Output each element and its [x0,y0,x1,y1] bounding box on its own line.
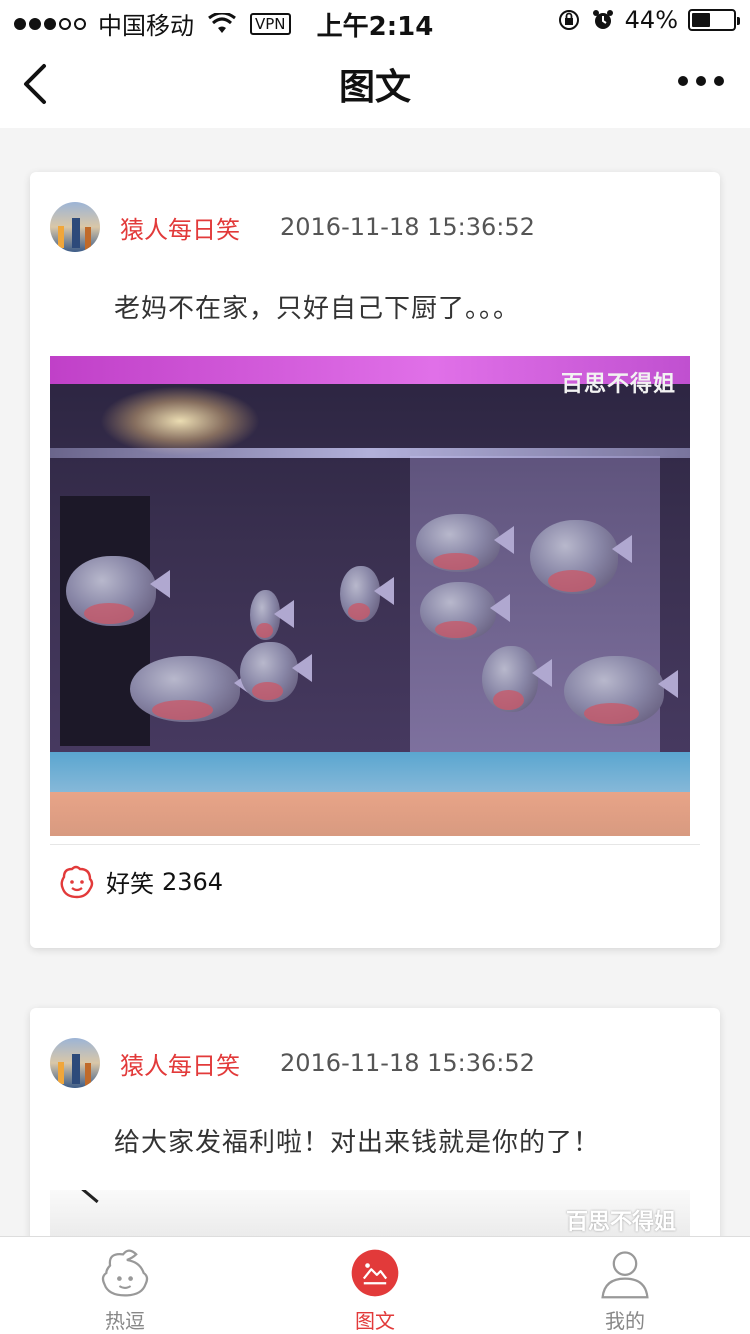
alarm-icon [592,10,613,29]
tab-label: 图文 [355,1309,395,1333]
post-header: 猿人每日笑 2016-11-18 15:36:52 [50,202,535,252]
tab-label: 热逗 [105,1309,145,1333]
person-icon [601,1251,649,1299]
like-count: 2364 [162,867,224,896]
post-image[interactable]: 百思不得姐 [50,356,690,836]
divider [50,844,700,845]
more-dot-icon [714,76,724,86]
image-watermark: 百思不得姐 [565,1210,676,1235]
tab-mine[interactable]: 我的 [500,1237,750,1334]
post-text: 老妈不在家，只好自己下厨了。。。 [114,294,521,324]
fish [564,656,678,726]
back-arrow-icon[interactable] [18,62,54,106]
picture-icon [351,1249,399,1297]
app-screen: 中国移动 VPN 上午2:14 44% 图文 猿人每日笑 2016-11-18 … [0,0,750,1334]
image-floor [50,792,690,836]
post-card[interactable]: 猿人每日笑 2016-11-18 15:36:52 老妈不在家，只好自己下厨了。… [30,172,720,948]
battery-icon [688,9,740,31]
image-water-line [50,448,690,458]
fish [420,582,510,640]
post-card[interactable]: 猿人每日笑 2016-11-18 15:36:52 给大家发福利啦！对出来钱就是… [30,1008,720,1236]
status-right: 44% [557,6,740,34]
image-watermark: 百思不得姐 [560,372,676,397]
nav-bar: 图文 [0,40,750,128]
post-time: 2016-11-18 15:36:52 [280,213,535,241]
more-dot-icon [678,76,688,86]
more-dot-icon [696,76,706,86]
post-author[interactable]: 猿人每日笑 [120,1046,240,1081]
image-stroke [81,1190,99,1204]
fish [482,646,552,712]
post-text: 给大家发福利啦！对出来钱就是你的了！ [114,1128,601,1158]
page-title: 图文 [338,67,411,108]
tab-label: 我的 [605,1309,645,1333]
fish [530,520,632,594]
fish [250,590,294,640]
monkey-face-icon [101,1249,149,1297]
status-bar: 中国移动 VPN 上午2:14 44% [0,0,750,42]
fish [340,566,394,622]
avatar[interactable] [50,1038,100,1088]
rotation-lock-icon [558,10,579,30]
battery-fill [692,13,710,27]
image-chandelier [100,386,260,456]
post-header: 猿人每日笑 2016-11-18 15:36:52 [50,1038,535,1088]
laugh-face-icon [60,865,94,898]
more-menu-button[interactable] [678,76,724,86]
post-feed[interactable]: 猿人每日笑 2016-11-18 15:36:52 老妈不在家，只好自己下厨了。… [0,128,750,1236]
post-image[interactable]: 百思不得姐 [50,1190,690,1236]
like-label: 好笑 [106,870,154,898]
fish [240,642,312,702]
tab-hot[interactable]: 热逗 [0,1237,250,1334]
like-button[interactable]: 好笑 2364 [50,844,700,899]
tab-picture[interactable]: 图文 [250,1237,500,1334]
image-tank-base [50,752,690,792]
avatar[interactable] [50,202,100,252]
post-author[interactable]: 猿人每日笑 [120,210,240,245]
tab-bar: 热逗 图文 我的 [0,1236,750,1334]
fish [130,656,254,722]
fish [66,556,170,626]
post-time: 2016-11-18 15:36:52 [280,1049,535,1077]
battery-percent: 44% [624,6,678,34]
fish [416,514,514,572]
